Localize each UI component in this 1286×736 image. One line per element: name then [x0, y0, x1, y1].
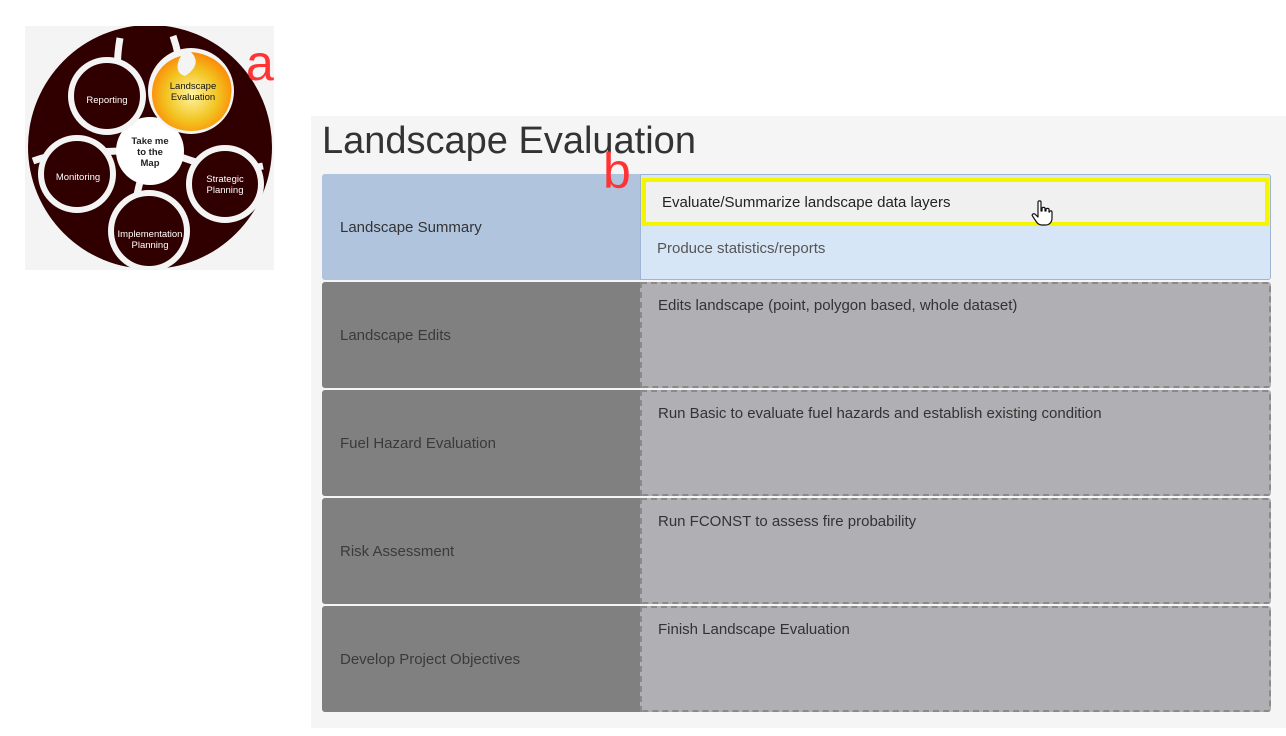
step-tasks: Finish Landscape Evaluation	[640, 606, 1271, 712]
workflow-wheel: Take me to the Map Landscape Evaluation …	[25, 26, 274, 270]
task-run-fconst[interactable]: Run FCONST to assess fire probability	[658, 513, 916, 530]
task-finish-landscape-evaluation[interactable]: Finish Landscape Evaluation	[658, 621, 850, 638]
wheel-segment-implementation-planning[interactable]: Implementation Planning	[111, 229, 189, 251]
step-label: Fuel Hazard Evaluation	[340, 434, 496, 452]
task-edits-landscape[interactable]: Edits landscape (point, polygon based, w…	[658, 297, 1017, 314]
step-row-landscape-summary: Landscape Summary Evaluate/Summarize lan…	[322, 174, 1271, 280]
task-produce-statistics[interactable]: Produce statistics/reports	[657, 240, 825, 257]
task-run-basic[interactable]: Run Basic to evaluate fuel hazards and e…	[658, 405, 1102, 422]
wheel-segment-landscape-evaluation[interactable]: Landscape Evaluation	[155, 81, 231, 103]
step-row-landscape-edits: Landscape Edits Edits landscape (point, …	[322, 282, 1271, 388]
step-tasks: Edits landscape (point, polygon based, w…	[640, 282, 1271, 388]
step-develop-project-objectives[interactable]: Develop Project Objectives	[322, 606, 640, 712]
step-risk-assessment[interactable]: Risk Assessment	[322, 498, 640, 604]
page-title: Landscape Evaluation	[322, 120, 696, 162]
step-tasks: Run FCONST to assess fire probability	[640, 498, 1271, 604]
step-row-develop-project-objectives: Develop Project Objectives Finish Landsc…	[322, 606, 1271, 712]
task-evaluate-summarize[interactable]: Evaluate/Summarize landscape data layers	[642, 178, 1269, 226]
wheel-segment-reporting[interactable]: Reporting	[77, 95, 137, 106]
hand-pointer-icon	[1031, 200, 1053, 226]
step-tasks: Evaluate/Summarize landscape data layers…	[640, 174, 1271, 280]
wheel-segment-monitoring[interactable]: Monitoring	[45, 172, 111, 183]
landscape-evaluation-panel: Landscape Evaluation Landscape Summary E…	[311, 116, 1286, 728]
step-tasks: Run Basic to evaluate fuel hazards and e…	[640, 390, 1271, 496]
step-label: Landscape Summary	[340, 218, 482, 236]
annotation-a: a	[246, 35, 274, 91]
step-fuel-hazard-evaluation[interactable]: Fuel Hazard Evaluation	[322, 390, 640, 496]
step-label: Risk Assessment	[340, 542, 455, 560]
step-row-fuel-hazard-evaluation: Fuel Hazard Evaluation Run Basic to eval…	[322, 390, 1271, 496]
step-row-risk-assessment: Risk Assessment Run FCONST to assess fir…	[322, 498, 1271, 604]
step-label: Landscape Edits	[340, 326, 451, 344]
step-landscape-edits[interactable]: Landscape Edits	[322, 282, 640, 388]
step-label: Develop Project Objectives	[340, 650, 521, 668]
task-label: Evaluate/Summarize landscape data layers	[662, 194, 951, 211]
annotation-b: b	[603, 143, 631, 199]
wheel-center-label[interactable]: Take me to the Map	[120, 136, 180, 169]
step-landscape-summary[interactable]: Landscape Summary	[322, 174, 640, 280]
wheel-segment-strategic-planning[interactable]: Strategic Planning	[195, 174, 255, 196]
